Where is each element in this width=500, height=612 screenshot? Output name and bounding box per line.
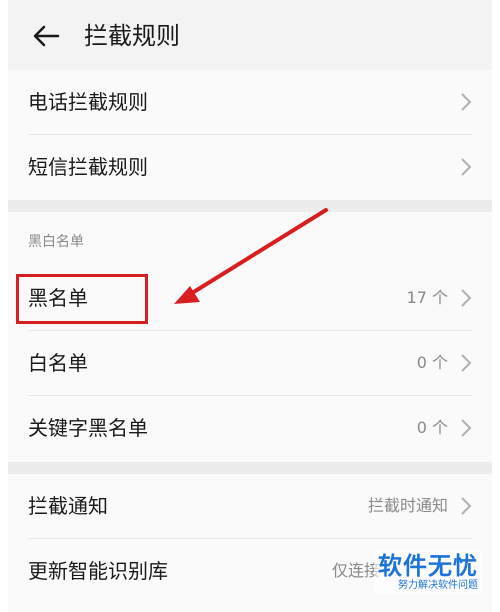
row-value: 0 个 [416, 418, 448, 437]
row-label: 电话拦截规则 [28, 90, 148, 114]
chevron-right-icon [461, 289, 472, 307]
page-title: 拦截规则 [84, 22, 180, 50]
chevron-right-icon [461, 419, 472, 437]
row-value: 仅连接 [331, 561, 380, 580]
chevron-right-icon [461, 93, 472, 111]
section-gap [8, 200, 492, 212]
row-value: 17 个 [406, 288, 448, 307]
row-sms-rules[interactable]: 短信拦截规则 [8, 135, 492, 199]
row-whitelist[interactable]: 白名单 0 个 [8, 331, 492, 395]
row-label: 白名单 [28, 351, 88, 375]
highlight-box [16, 274, 148, 324]
chevron-right-icon [461, 158, 472, 176]
row-value: 拦截时通知 [367, 496, 448, 515]
section-gap [8, 462, 492, 474]
row-label: 关键字黑名单 [28, 416, 148, 440]
row-call-rules[interactable]: 电话拦截规则 [8, 70, 492, 134]
chevron-right-icon [461, 497, 472, 515]
row-block-notification[interactable]: 拦截通知 拦截时通知 [8, 474, 492, 538]
watermark-main: 软件无忧 [378, 552, 478, 580]
app-header: 拦截规则 [8, 0, 492, 70]
row-keyword-blacklist[interactable]: 关键字黑名单 0 个 [8, 396, 492, 460]
back-arrow-icon[interactable] [30, 20, 62, 52]
section-title-lists: 黑白名单 [28, 234, 84, 250]
watermark-sub: 努力解决软件问题 [398, 580, 478, 591]
row-label: 拦截通知 [28, 494, 108, 518]
chevron-right-icon [461, 354, 472, 372]
row-label: 短信拦截规则 [28, 155, 148, 179]
row-label: 更新智能识别库 [28, 559, 168, 583]
watermark: 软件无忧 努力解决软件问题 [374, 550, 482, 594]
row-value: 0 个 [416, 353, 448, 372]
screen: 拦截规则 电话拦截规则 短信拦截规则 黑白名单 黑名单 17 个 白名单 0 个… [8, 0, 492, 612]
